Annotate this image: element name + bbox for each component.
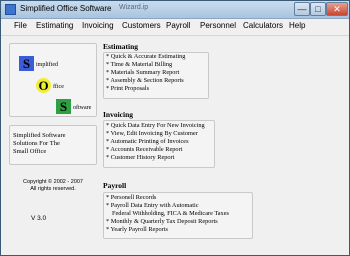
menu-bar: File Estimating Invoicing Customers Payr… (1, 19, 349, 36)
menu-personnel[interactable]: Personnel (200, 21, 236, 30)
menu-calculators[interactable]: Calculators (243, 21, 283, 30)
logo-letter-s: S (19, 56, 34, 71)
link-view-edit-invoicing[interactable]: * View, Edit Invoicing By Customer (106, 130, 198, 137)
blurred-tab-text: Wizard.ip (119, 4, 149, 11)
link-time-material-billing[interactable]: * Time & Material Billing (106, 61, 172, 68)
link-assembly-section-reports[interactable]: * Assembly & Section Reports (106, 77, 184, 84)
menu-payroll[interactable]: Payroll (166, 21, 190, 30)
copyright-line: All rights reserved. (30, 186, 76, 192)
section-title-invoicing: Invoicing (103, 110, 134, 119)
link-print-proposals[interactable]: * Print Proposals (106, 85, 149, 92)
link-yearly-payroll-reports[interactable]: * Yearly Payroll Reports (106, 226, 168, 233)
copyright-text: Copyright © 2002 - 2007 All rights reser… (9, 179, 97, 193)
menu-invoicing[interactable]: Invoicing (82, 21, 114, 30)
section-title-payroll: Payroll (103, 181, 127, 190)
version-label: V 3.0 (31, 215, 47, 222)
section-title-estimating: Estimating (103, 42, 139, 51)
app-window: Simplified Office Software Wizard.ip — □… (0, 0, 350, 256)
title-bar[interactable]: Simplified Office Software Wizard.ip — □… (1, 1, 349, 19)
menu-estimating[interactable]: Estimating (36, 21, 73, 30)
link-quick-estimating[interactable]: * Quick & Accurate Estimating (106, 53, 185, 60)
close-button[interactable]: ✕ (326, 2, 348, 16)
payroll-data-entry-continued[interactable]: Federal Withholding, FICA & Medicare Tax… (112, 210, 229, 217)
menu-help[interactable]: Help (289, 21, 305, 30)
sos-logo: S implified O ffice S oftware (9, 43, 97, 117)
logo-letter-o: O (36, 78, 51, 93)
link-new-invoicing[interactable]: * Quick Data Entry For New Invoicing (106, 122, 205, 129)
tagline-line: Solutions For The (13, 140, 60, 147)
minimize-button[interactable]: — (294, 2, 310, 16)
logo-word-office: ffice (53, 84, 64, 90)
app-icon (5, 4, 16, 15)
link-accounts-receivable[interactable]: * Accounts Receivable Report (106, 146, 182, 153)
tagline-box: Simplified Software Solutions For The Sm… (9, 125, 97, 165)
menu-customers[interactable]: Customers (122, 21, 161, 30)
link-materials-summary[interactable]: * Materials Summary Report (106, 69, 179, 76)
left-panel: S implified O ffice S oftware Simplified… (5, 39, 99, 252)
maximize-button[interactable]: □ (310, 2, 326, 16)
window-title: Simplified Office Software (20, 4, 112, 13)
menu-file[interactable]: File (14, 21, 27, 30)
logo-letter-s2: S (56, 99, 71, 114)
link-tax-deposit-reports[interactable]: * Monthly & Quarterly Tax Deposit Report… (106, 218, 218, 225)
link-personell-records[interactable]: * Personell Records (106, 194, 156, 201)
copyright-line: Copyright © 2002 - 2007 (22, 179, 83, 185)
tagline-line: Small Office (13, 148, 47, 155)
logo-word-software: oftware (73, 105, 92, 111)
link-customer-history[interactable]: * Customer History Report (106, 154, 174, 161)
link-payroll-data-entry[interactable]: * Payroll Data Entry with Automatic (106, 202, 199, 209)
tagline-line: Simplified Software (13, 132, 66, 139)
link-automatic-printing[interactable]: * Automatic Printing of Invoices (106, 138, 189, 145)
logo-word-simplified: implified (36, 62, 58, 68)
